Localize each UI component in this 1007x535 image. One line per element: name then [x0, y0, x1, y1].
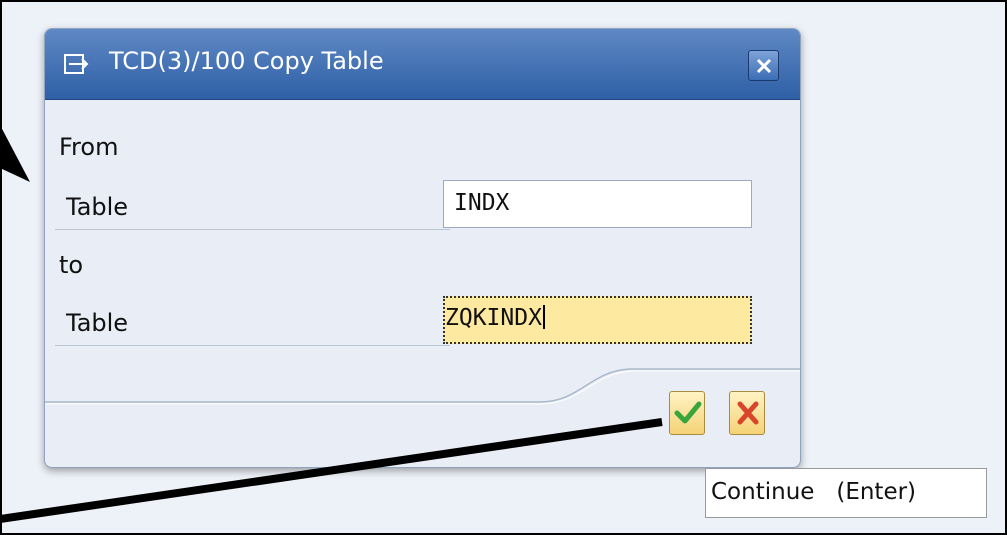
annotation-arrows	[0, 125, 663, 523]
annotation-arrow-line	[0, 418, 663, 523]
annotation-arrow-head-left	[0, 125, 30, 182]
